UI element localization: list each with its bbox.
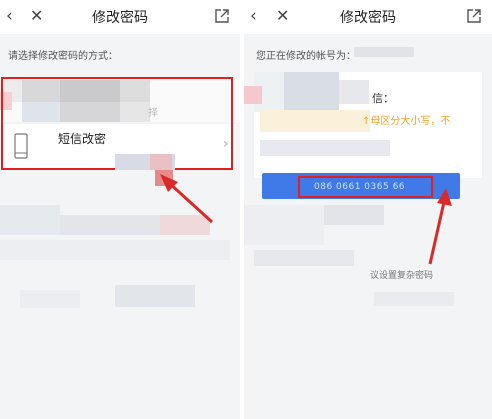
left-screen: ‹ ✕ 修改密码 请选择修改密码的方式： 择 短信改密 › xyxy=(0,0,240,419)
right-screen: ‹ ✕ 修改密码 您正在修改的帐号为： 信： ↑母区分大小写，不 086 066… xyxy=(244,0,492,419)
red-arrow-icon xyxy=(428,188,452,265)
red-arrow-icon xyxy=(160,174,214,224)
